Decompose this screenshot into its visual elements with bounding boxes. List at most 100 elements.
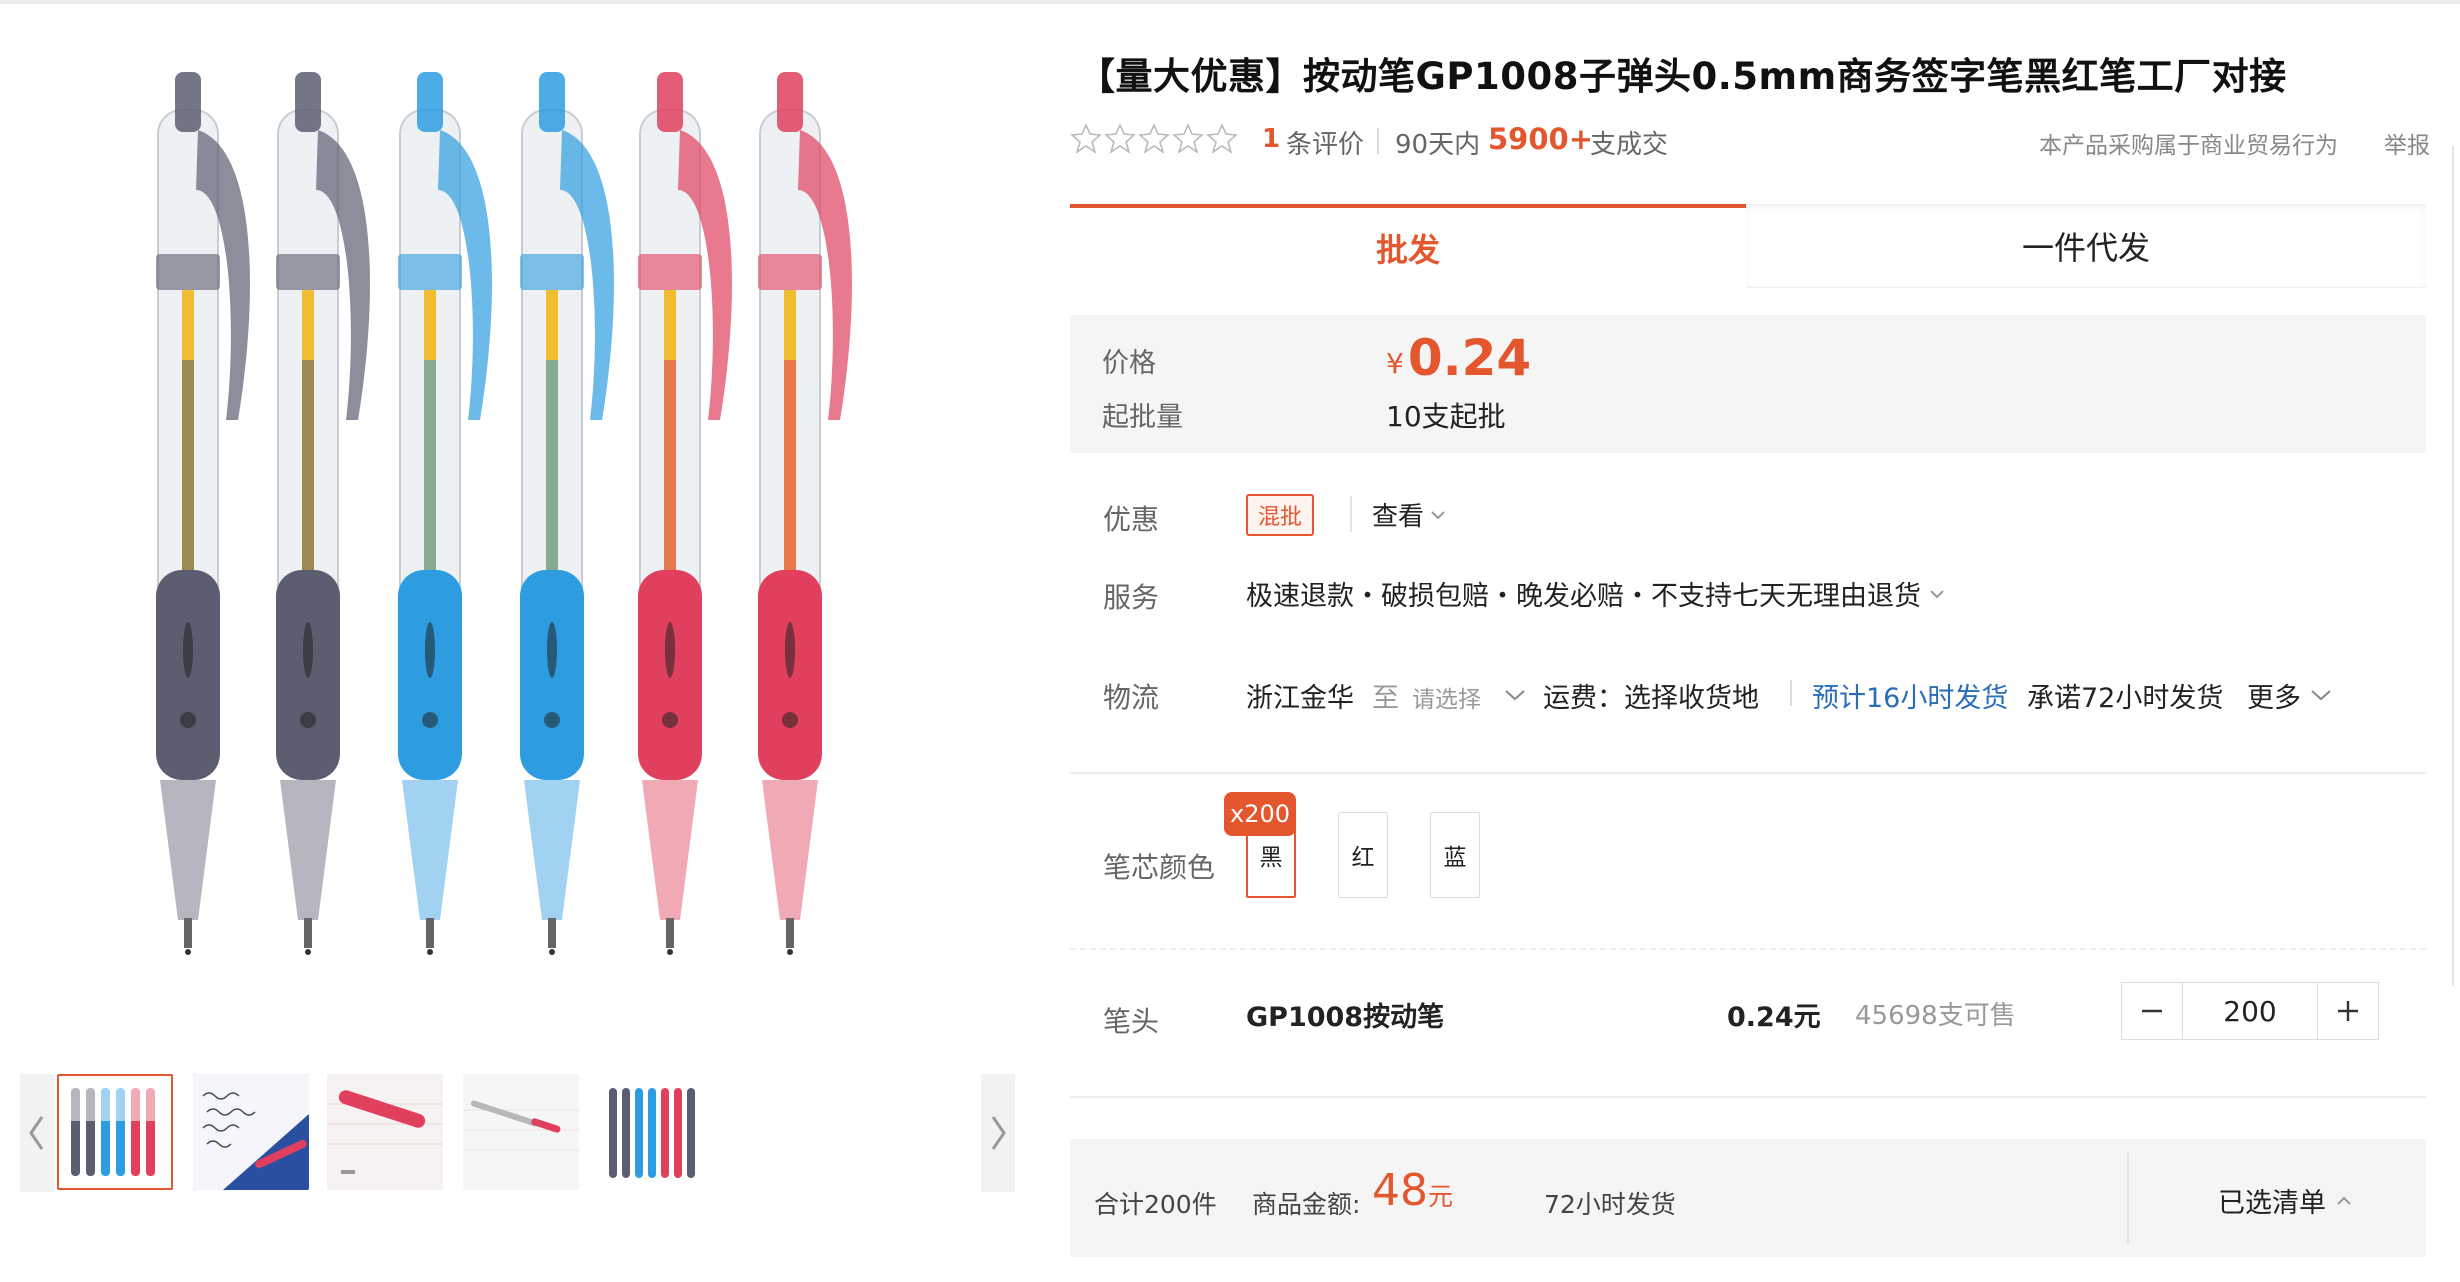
- page-edge: [2452, 146, 2460, 986]
- logistics-label: 物流: [1103, 681, 1160, 714]
- thumbnail-4[interactable]: [463, 1074, 579, 1190]
- thumbnail-strip: [20, 1074, 1015, 1192]
- star-empty-icon: [1138, 123, 1170, 154]
- refill-thumbnail-image: [463, 1074, 579, 1190]
- rating-row: 1 条评价 90天内 5900+ 支成交 本产品采购属于商业贸易行为 举报: [1070, 120, 2430, 160]
- purchase-tabs: 批发 一件代发: [1070, 204, 2426, 288]
- pen: [520, 72, 614, 955]
- chevron-left-icon: [29, 1116, 44, 1150]
- logistics-more-button[interactable]: 更多: [2247, 676, 2301, 715]
- section-divider: [1070, 772, 2426, 774]
- color-option-blue[interactable]: 蓝: [1430, 812, 1480, 898]
- estimate-ship[interactable]: 预计16小时发货: [1812, 676, 2008, 715]
- mixed-batch-badge: 混批: [1246, 494, 1315, 536]
- amount-value: 48: [1372, 1165, 1428, 1216]
- amount-label: 商品金额:: [1252, 1190, 1361, 1219]
- selected-quantity-badge: x200: [1224, 792, 1296, 836]
- sku-label: 笔头: [1103, 1005, 1160, 1038]
- pen: [398, 72, 492, 955]
- thumb-prev-button[interactable]: [20, 1074, 54, 1192]
- amount-unit: 元: [1428, 1182, 1454, 1211]
- quantity-stepper: [2121, 982, 2379, 1040]
- thumb-next-button[interactable]: [981, 1074, 1015, 1192]
- freight-text: 运费：选择收货地: [1543, 683, 1759, 714]
- divider: [2127, 1153, 2129, 1243]
- product-title: 【量大优惠】按动笔GP1008子弹头0.5mm商务签字笔黑红笔工厂对接: [1078, 55, 2287, 98]
- promo-view-button[interactable]: 查看: [1372, 496, 1446, 533]
- chevron-down-icon: [1930, 589, 1944, 598]
- currency-symbol: ¥: [1386, 347, 1404, 380]
- promo-view-label: 查看: [1372, 502, 1425, 532]
- handwriting-thumbnail-image: [193, 1074, 309, 1190]
- selected-list-button[interactable]: 已选清单: [2218, 1181, 2352, 1220]
- review-count[interactable]: 1: [1262, 124, 1280, 154]
- more-label: 更多: [2247, 683, 2301, 714]
- promise-ship: 承诺72小时发货: [2027, 683, 2224, 714]
- tab-wholesale[interactable]: 批发: [1070, 204, 1746, 288]
- amount: 48元: [1372, 1165, 1453, 1216]
- pen: [156, 72, 250, 955]
- top-border: [0, 0, 2460, 4]
- section-divider: [1070, 948, 2426, 950]
- chevron-down-icon[interactable]: [1504, 688, 1526, 702]
- sku-name: GP1008按动笔: [1246, 1002, 1445, 1033]
- service-label: 服务: [1103, 581, 1160, 614]
- section-divider: [1070, 1096, 2426, 1098]
- sold-count: 5900+: [1488, 122, 1594, 156]
- price-box: 价格 ¥0.24 起批量 10支起批: [1070, 315, 2426, 453]
- pen-writing-thumbnail-image: [327, 1074, 443, 1190]
- divider: [1790, 680, 1792, 706]
- moq-label: 起批量: [1102, 402, 1183, 433]
- refill-color-label: 笔芯颜色: [1103, 851, 1216, 884]
- star-empty-icon: [1104, 123, 1136, 154]
- order-summary-bar: 合计200件 商品金额: 48元 72小时发货 已选清单: [1070, 1139, 2426, 1257]
- star-empty-icon: [1172, 123, 1204, 154]
- days-label: 90天内: [1395, 130, 1481, 160]
- pens-thumbnail-image: [59, 1076, 171, 1188]
- minus-icon: [2142, 1009, 2162, 1013]
- report-link[interactable]: 举报: [2384, 126, 2430, 160]
- thumbnail-1[interactable]: [57, 1074, 173, 1190]
- quantity-input[interactable]: [2182, 983, 2318, 1039]
- main-product-image: [20, 40, 1020, 1030]
- thumbnail-3[interactable]: [327, 1074, 443, 1190]
- review-label[interactable]: 条评价: [1286, 124, 1364, 161]
- ship-time: 72小时发货: [1544, 1190, 1676, 1219]
- chevron-up-icon: [2337, 1196, 2351, 1205]
- decrement-button[interactable]: [2122, 983, 2182, 1039]
- chevron-right-icon: [991, 1116, 1006, 1150]
- pen: [276, 72, 370, 955]
- to-label: 至: [1372, 683, 1399, 714]
- chevron-down-icon: [2311, 690, 2331, 701]
- star-empty-icon: [1206, 123, 1238, 154]
- divider: [1350, 496, 1352, 532]
- thumbnail-5[interactable]: [597, 1074, 713, 1190]
- color-option-red[interactable]: 红: [1338, 812, 1388, 898]
- pens-illustration: [156, 72, 852, 955]
- destination-select[interactable]: 请选择: [1412, 680, 1481, 714]
- sold-label: 支成交: [1590, 130, 1669, 160]
- origin-location: 浙江金华: [1246, 683, 1354, 714]
- sku-stock: 45698支可售: [1855, 1001, 2016, 1031]
- sku-price: 0.24元: [1727, 1002, 1821, 1033]
- thumbnail-2[interactable]: [193, 1074, 309, 1190]
- divider: [1377, 128, 1379, 154]
- increment-button[interactable]: [2318, 983, 2378, 1039]
- selected-list-label: 已选清单: [2218, 1188, 2326, 1219]
- price-label: 价格: [1102, 348, 1156, 379]
- star-empty-icon: [1070, 123, 1102, 154]
- pen: [638, 72, 732, 955]
- service-text: 极速退款・破损包赔・晚发必赔・不支持七天无理由退货: [1246, 581, 1921, 612]
- service-policies[interactable]: 极速退款・破损包赔・晚发必赔・不支持七天无理由退货: [1246, 574, 1945, 613]
- chevron-down-icon: [1431, 510, 1445, 519]
- tab-dropship[interactable]: 一件代发: [1746, 204, 2426, 288]
- pens-thumbnail-image-2: [597, 1074, 713, 1190]
- price: ¥0.24: [1386, 329, 1531, 387]
- star-rating: [1070, 122, 1238, 154]
- pen: [758, 72, 852, 955]
- moq-value: 10支起批: [1386, 400, 1506, 433]
- price-value: 0.24: [1407, 329, 1532, 387]
- business-note: 本产品采购属于商业贸易行为: [2039, 133, 2338, 159]
- plus-icon: [2338, 1001, 2358, 1021]
- total-items: 合计200件: [1094, 1190, 1217, 1219]
